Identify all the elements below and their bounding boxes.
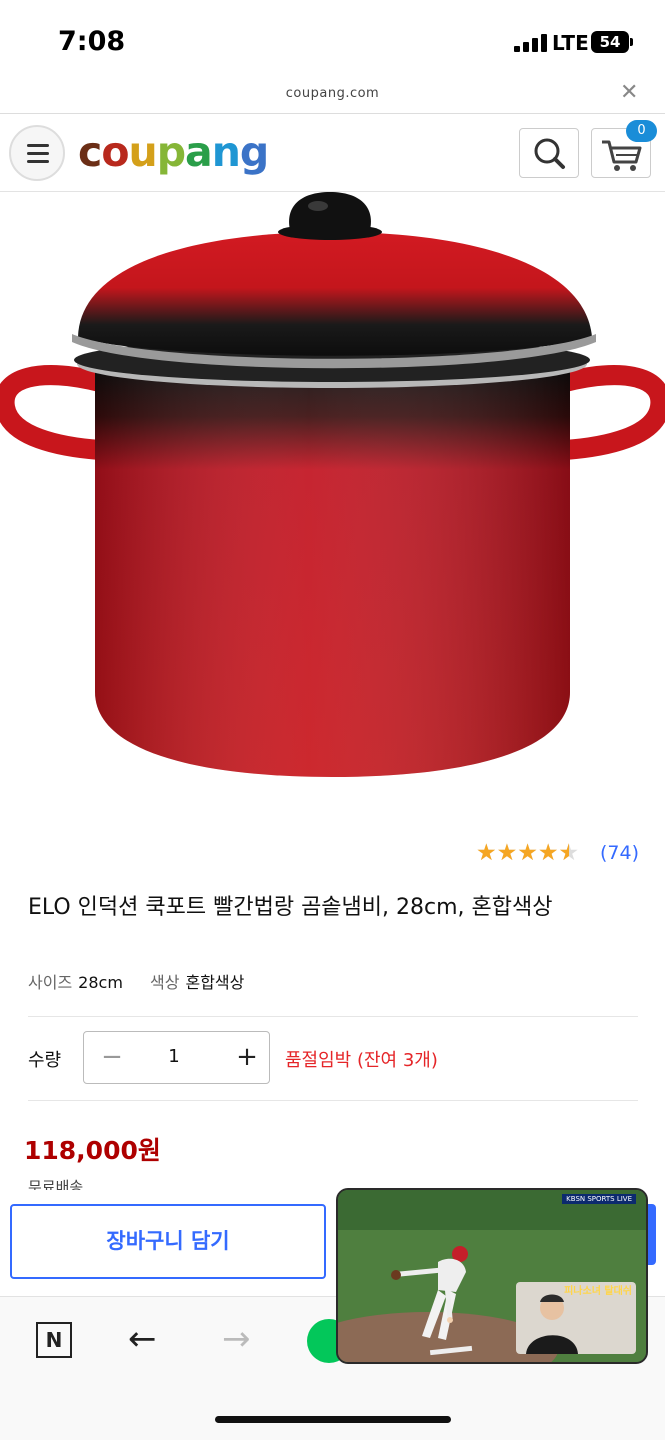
product-image[interactable] [0, 192, 665, 822]
site-header: coupang 0 [0, 114, 665, 192]
divider [28, 1016, 638, 1017]
status-bar: 7:08 LTE 54 [0, 0, 665, 84]
home-indicator [215, 1416, 451, 1423]
option-value-color: 혼합색상 [185, 973, 245, 992]
quantity-stepper: − 1 + [83, 1031, 270, 1084]
quantity-plus-button[interactable]: + [227, 1038, 267, 1078]
review-count[interactable]: (74) [600, 842, 639, 864]
option-label-color: 색상 [150, 973, 180, 992]
broadcaster-logo: KBSN SPORTS LIVE [562, 1194, 636, 1204]
quantity-minus-button[interactable]: − [92, 1038, 132, 1078]
status-time: 7:08 [58, 26, 126, 57]
shipping-info: 무료배송 [28, 1178, 84, 1190]
signal-icon [514, 34, 548, 52]
coupang-logo[interactable]: coupang [78, 128, 269, 176]
pip-video[interactable]: KBSN SPORTS LIVE 피나소녀 탈대쉬 [336, 1188, 648, 1364]
product-options: 사이즈 28cm 색상 혼합색상 [28, 969, 266, 993]
option-label-size: 사이즈 [28, 973, 73, 992]
quantity-label: 수량 [28, 1050, 62, 1071]
product-title: ELO 인덕션 쿡포트 빨간법랑 곰솥냄비, 28cm, 혼합색상 [28, 895, 553, 920]
close-icon[interactable]: ✕ [620, 80, 638, 105]
search-icon [534, 138, 565, 169]
pip-inset-video: 피나소녀 탈대쉬 [516, 1282, 636, 1354]
menu-button[interactable] [9, 125, 65, 181]
back-arrow-icon[interactable]: ← [128, 1319, 157, 1359]
battery-icon: 54 [591, 31, 633, 53]
url-text: coupang.com [285, 86, 380, 101]
naver-home-button[interactable]: N [36, 1322, 72, 1358]
quantity-input[interactable]: 1 [154, 1046, 194, 1067]
option-value-size: 28cm [78, 973, 123, 992]
network-label: LTE [552, 31, 589, 55]
forward-arrow-icon[interactable]: → [222, 1319, 251, 1359]
add-to-cart-button[interactable]: 장바구니 담기 [10, 1204, 326, 1279]
url-bar[interactable]: coupang.com ✕ [0, 80, 665, 114]
pip-inset-caption: 피나소녀 탈대쉬 [564, 1286, 632, 1297]
product-price: 118,000원 [24, 1136, 161, 1165]
cart-count-badge: 0 [626, 120, 657, 142]
search-button[interactable] [519, 128, 579, 178]
stock-notice: 품절임박 (잔여 3개) [285, 1050, 438, 1071]
star-rating-fill: ★★★★★ [476, 840, 569, 866]
divider [28, 1100, 638, 1101]
